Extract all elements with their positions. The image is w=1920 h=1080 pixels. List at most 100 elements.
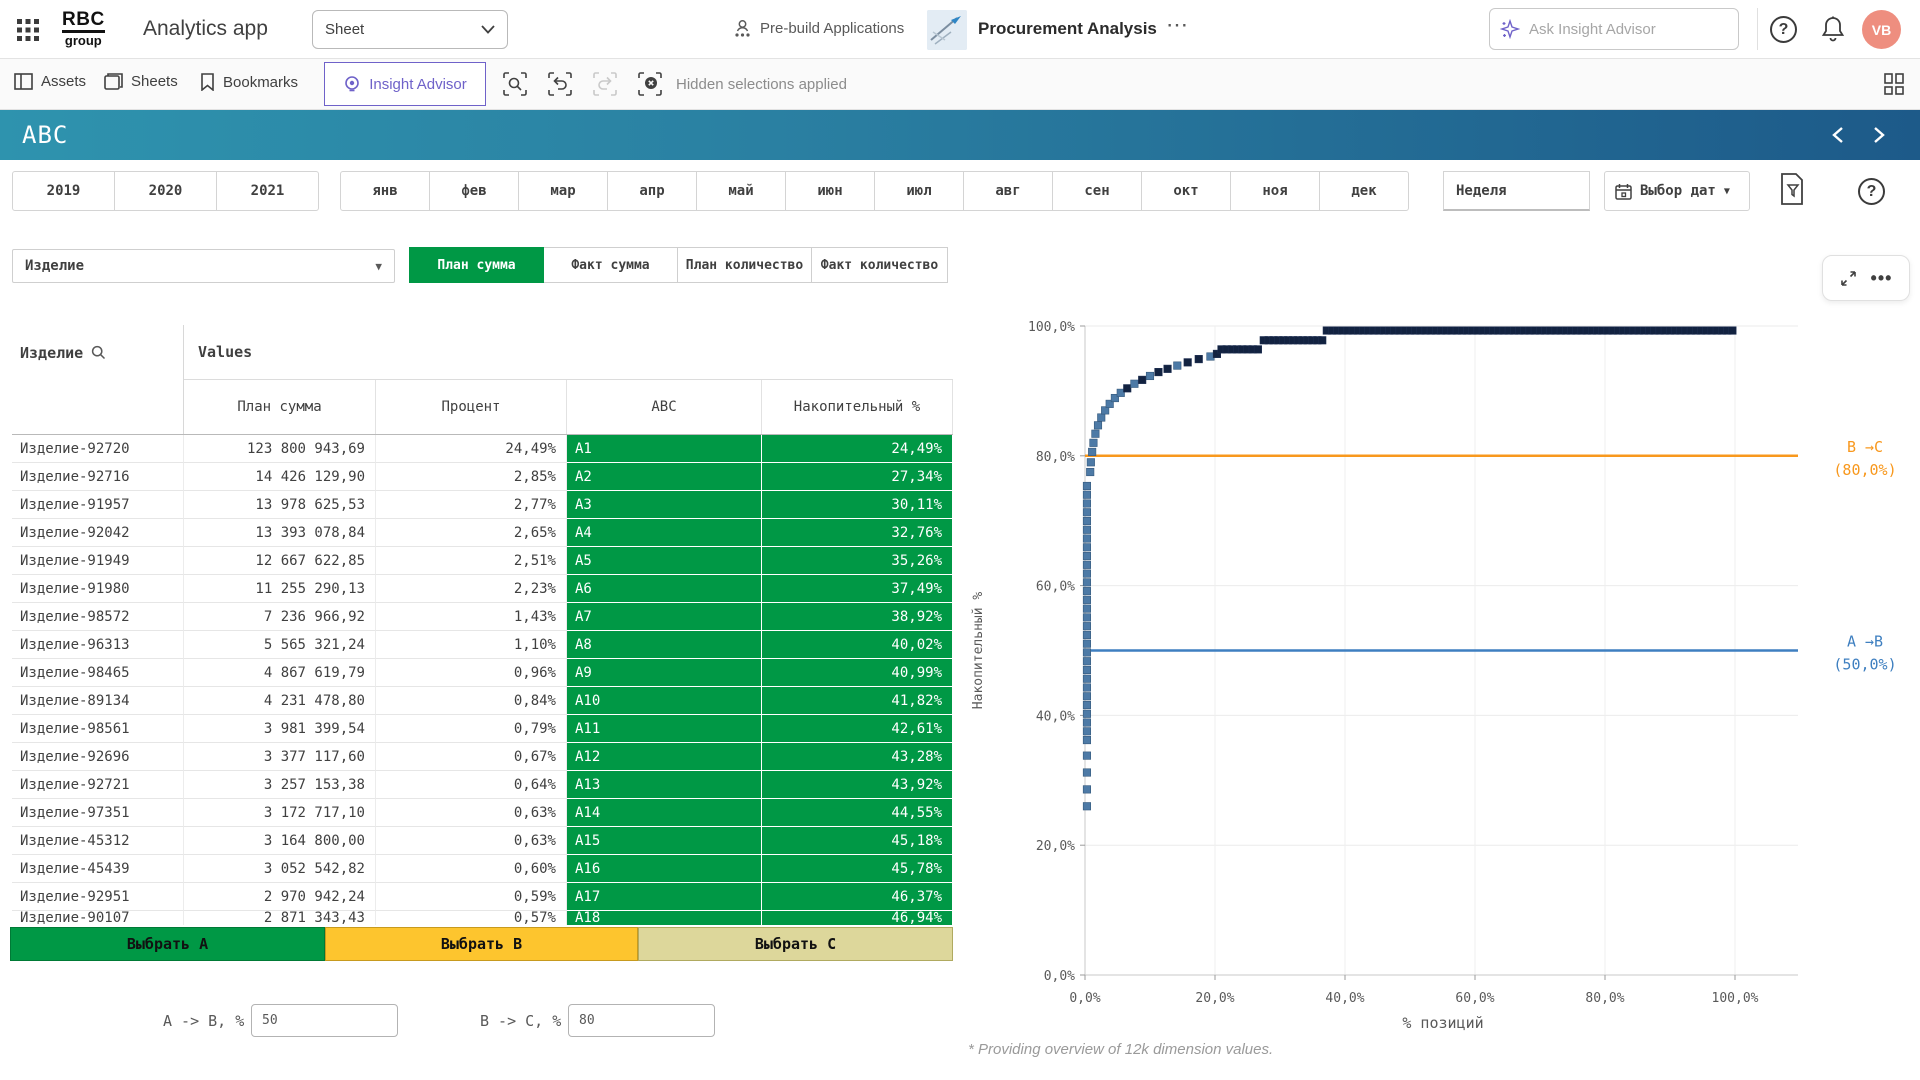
sheet-layout-grid-icon[interactable] <box>1882 72 1906 96</box>
data-point[interactable] <box>1092 430 1100 438</box>
data-point[interactable] <box>1083 701 1091 709</box>
step-back-selection-icon[interactable] <box>547 71 573 97</box>
row-plan-cell[interactable]: 11 255 290,13 <box>184 575 376 603</box>
row-abc-cell[interactable]: A11 <box>567 715 762 743</box>
row-abc-cell[interactable]: A12 <box>567 743 762 771</box>
sheet-selector[interactable]: Sheet <box>312 10 508 49</box>
table-row[interactable]: Изделие-901072 871 343,430,57%A1846,94% <box>12 911 953 925</box>
row-abc-cell[interactable]: A13 <box>567 771 762 799</box>
row-abc-cell[interactable]: A16 <box>567 855 762 883</box>
row-percent-cell[interactable]: 0,59% <box>376 883 567 911</box>
data-point[interactable] <box>1155 368 1163 376</box>
month-filter-апр[interactable]: апр <box>607 171 697 211</box>
data-point[interactable] <box>1131 380 1139 388</box>
column-header[interactable]: План сумма <box>184 380 376 434</box>
row-abc-cell[interactable]: A6 <box>567 575 762 603</box>
row-name-cell[interactable]: Изделие-92042 <box>12 519 184 547</box>
search-input[interactable] <box>1529 21 1728 38</box>
threshold-a-input[interactable] <box>251 1004 398 1037</box>
table-row[interactable]: Изделие-9271614 426 129,902,85%A227,34% <box>12 463 953 491</box>
clear-selections-icon[interactable] <box>637 71 663 97</box>
column-header[interactable]: Накопительный % <box>762 380 953 434</box>
row-cumulative-cell[interactable]: 38,92% <box>762 603 953 631</box>
row-plan-cell[interactable]: 5 565 321,24 <box>184 631 376 659</box>
help-button[interactable]: ? <box>1770 16 1797 43</box>
row-cumulative-cell[interactable]: 37,49% <box>762 575 953 603</box>
row-percent-cell[interactable]: 2,77% <box>376 491 567 519</box>
row-percent-cell[interactable]: 0,64% <box>376 771 567 799</box>
data-point[interactable] <box>1083 544 1091 552</box>
row-plan-cell[interactable]: 13 978 625,53 <box>184 491 376 519</box>
row-cumulative-cell[interactable]: 43,92% <box>762 771 953 799</box>
data-point[interactable] <box>1083 786 1091 794</box>
data-point[interactable] <box>1087 459 1095 467</box>
table-row[interactable]: Изделие-929512 970 942,240,59%A1746,37% <box>12 883 953 911</box>
row-name-cell[interactable]: Изделие-92720 <box>12 435 184 463</box>
table-row[interactable]: Изделие-9204213 393 078,842,65%A432,76% <box>12 519 953 547</box>
data-point[interactable] <box>1138 376 1146 384</box>
data-point[interactable] <box>1083 631 1091 639</box>
row-abc-cell[interactable]: A7 <box>567 603 762 631</box>
row-percent-cell[interactable]: 0,67% <box>376 743 567 771</box>
row-plan-cell[interactable]: 7 236 966,92 <box>184 603 376 631</box>
row-percent-cell[interactable]: 0,63% <box>376 799 567 827</box>
measure-tab[interactable]: Факт сумма <box>543 247 678 283</box>
row-abc-cell[interactable]: A1 <box>567 435 762 463</box>
table-row[interactable]: Изделие-9194912 667 622,852,51%A535,26% <box>12 547 953 575</box>
prebuild-applications-link[interactable]: Pre-build Applications <box>733 19 904 38</box>
app-options-menu[interactable]: ⋯ <box>1166 12 1190 38</box>
data-point[interactable] <box>1083 570 1091 578</box>
table-row[interactable]: Изделие-985613 981 399,540,79%A1142,61% <box>12 715 953 743</box>
data-point[interactable] <box>1083 684 1091 692</box>
data-point[interactable] <box>1083 622 1091 630</box>
row-plan-cell[interactable]: 12 667 622,85 <box>184 547 376 575</box>
notifications-bell-icon[interactable] <box>1820 15 1846 43</box>
row-percent-cell[interactable]: 2,65% <box>376 519 567 547</box>
data-point[interactable] <box>1083 500 1091 508</box>
table-row[interactable]: Изделие-453123 164 800,000,63%A1545,18% <box>12 827 953 855</box>
data-point[interactable] <box>1083 596 1091 604</box>
data-point[interactable] <box>1083 666 1091 674</box>
row-percent-cell[interactable]: 1,43% <box>376 603 567 631</box>
row-plan-cell[interactable]: 3 981 399,54 <box>184 715 376 743</box>
row-plan-cell[interactable]: 3 052 542,82 <box>184 855 376 883</box>
row-name-cell[interactable]: Изделие-91980 <box>12 575 184 603</box>
data-point[interactable] <box>1083 614 1091 622</box>
table-dimension-header[interactable]: Изделие <box>12 325 184 380</box>
data-point[interactable] <box>1254 346 1262 354</box>
row-abc-cell[interactable]: A4 <box>567 519 762 547</box>
row-abc-cell[interactable]: A10 <box>567 687 762 715</box>
data-point[interactable] <box>1319 337 1327 345</box>
expand-chart-icon[interactable] <box>1840 270 1857 287</box>
table-row[interactable]: Изделие-454393 052 542,820,60%A1645,78% <box>12 855 953 883</box>
row-plan-cell[interactable]: 2 871 343,43 <box>184 911 376 925</box>
user-avatar[interactable]: VB <box>1862 10 1901 49</box>
measure-tab[interactable]: План количество <box>677 247 812 283</box>
row-abc-cell[interactable]: A18 <box>567 911 762 925</box>
row-cumulative-cell[interactable]: 41,82% <box>762 687 953 715</box>
row-name-cell[interactable]: Изделие-97351 <box>12 799 184 827</box>
row-name-cell[interactable]: Изделие-90107 <box>12 911 184 925</box>
row-name-cell[interactable]: Изделие-91949 <box>12 547 184 575</box>
dimension-dropdown[interactable]: Изделие ▼ <box>12 249 395 283</box>
data-point[interactable] <box>1083 657 1091 665</box>
insight-advisor-search[interactable] <box>1489 8 1739 50</box>
threshold-b-input[interactable] <box>568 1004 715 1037</box>
data-point[interactable] <box>1083 736 1091 744</box>
row-name-cell[interactable]: Изделие-98561 <box>12 715 184 743</box>
pareto-scatter-chart[interactable]: 0,0%20,0%40,0%60,0%80,0%100,0%0,0%20,0%4… <box>960 200 1920 1080</box>
data-point[interactable] <box>1083 587 1091 595</box>
row-abc-cell[interactable]: A17 <box>567 883 762 911</box>
table-row[interactable]: Изделие-92720123 800 943,6924,49%A124,49… <box>12 435 953 463</box>
measure-tab[interactable]: Факт количество <box>811 247 948 283</box>
row-abc-cell[interactable]: A14 <box>567 799 762 827</box>
row-cumulative-cell[interactable]: 45,78% <box>762 855 953 883</box>
data-point[interactable] <box>1083 552 1091 560</box>
month-filter-июл[interactable]: июл <box>874 171 964 211</box>
table-row[interactable]: Изделие-963135 565 321,241,10%A840,02% <box>12 631 953 659</box>
row-abc-cell[interactable]: A2 <box>567 463 762 491</box>
row-cumulative-cell[interactable]: 43,28% <box>762 743 953 771</box>
select-a-button[interactable]: Выбрать A <box>10 927 325 961</box>
data-point[interactable] <box>1083 482 1091 490</box>
row-percent-cell[interactable]: 2,51% <box>376 547 567 575</box>
